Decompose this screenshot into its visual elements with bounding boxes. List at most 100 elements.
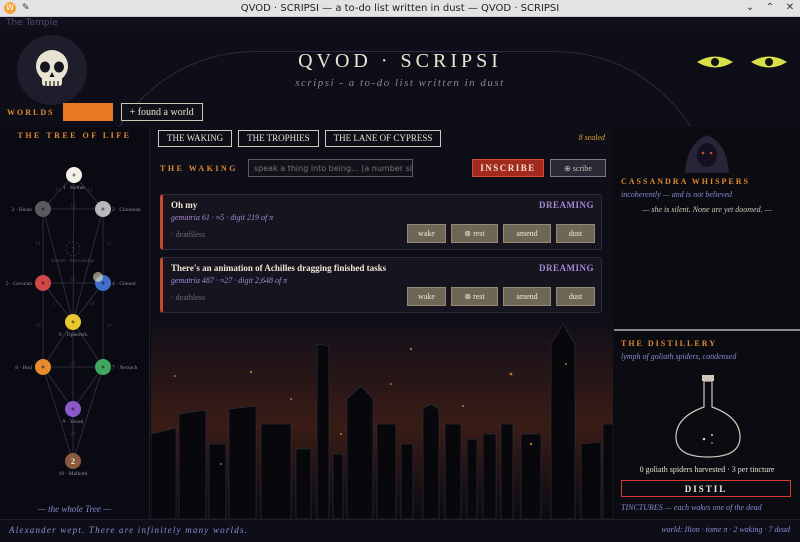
footer-status: world: Ilion · tome π · 2 waking · 7 dea… <box>661 525 790 534</box>
tree-diagram: 11 12 13 14 15 16 17 18 19 20 21 22 ? Da… <box>6 167 141 477</box>
sephirah-label: 7 · Netzach <box>112 365 138 371</box>
task-actions: wake ⊗ rest amend dust <box>407 224 595 243</box>
task-status: DREAMING <box>539 200 594 210</box>
window-controls: ⌄ ⌃ ✕ <box>744 2 796 13</box>
sealed-count: 8 sealed <box>578 133 605 142</box>
app-icon: W <box>4 2 16 14</box>
rest-button[interactable]: ⊗ rest <box>451 224 498 243</box>
window-titlebar: W ✎ QVOD · SCRIPSI — a to-do list writte… <box>0 0 800 17</box>
task-meta: gematria 487 · ≈27 · digit 2,648 of π <box>171 276 288 285</box>
task-tag: · deathless <box>171 293 205 302</box>
pin-icon[interactable]: ✎ <box>22 3 30 13</box>
tree-title: THE TREE OF LIFE <box>17 131 132 140</box>
scribe-button[interactable]: ⊕ scribe <box>550 159 606 177</box>
waking-input-row: THE WAKING INSCRIBE ⊕ scribe <box>160 158 606 178</box>
path-number: 16 <box>71 278 77 283</box>
task-actions: wake ⊗ rest amend dust <box>407 287 595 306</box>
sephirah-center-dot <box>41 281 45 285</box>
tab-bar: THE WAKING THE TROPHIES THE LANE OF CYPR… <box>158 130 442 147</box>
hooded-figure-icon <box>685 135 729 173</box>
sephirah-center-dot <box>71 320 75 324</box>
tinctures-label: TINCTURES — each wakes one of the dead <box>621 503 762 512</box>
task-card[interactable]: Oh my DREAMING gematria 61 · ≈5 · digit … <box>160 194 602 250</box>
window-title: QVOD · SCRIPSI — a to-do list written in… <box>240 2 560 14</box>
flask-icon <box>675 375 741 458</box>
daath-label: Daath - Knowledge <box>50 258 95 264</box>
section-label: THE WAKING <box>160 163 238 173</box>
task-meta: gematria 61 · ≈5 · digit 219 of π <box>171 213 274 222</box>
watching-eyes <box>696 55 788 69</box>
worlds-row: WORLDS + found a world <box>0 101 203 123</box>
sephirah-center-dot <box>101 281 105 285</box>
wake-button[interactable]: wake <box>407 287 446 306</box>
whole-tree-link[interactable]: — the whole Tree — <box>0 504 149 514</box>
sephirah-label: 9 · Yesod <box>63 419 84 425</box>
path-number: 15 <box>107 242 113 247</box>
inscribe-button[interactable]: INSCRIBE <box>472 159 544 177</box>
eye-icon <box>751 56 787 68</box>
city-skyline-scene <box>151 314 613 519</box>
cassandra-status: incoherently — and is not believed <box>621 190 733 199</box>
distillery-subtitle: lymph of goliath spiders, condensed <box>621 352 737 361</box>
new-task-input[interactable] <box>248 159 413 177</box>
path-number: 20 <box>107 324 113 329</box>
sephirah-label: 4 · Chesed <box>112 281 136 287</box>
sephirah-label: 10 · Malkuth <box>59 471 88 477</box>
task-card[interactable]: There's an animation of Achilles draggin… <box>160 257 602 313</box>
harvest-count: 0 goliath spiders harvested · 3 per tinc… <box>639 465 775 474</box>
main-panel: THE WAKING THE TROPHIES THE LANE OF CYPR… <box>151 127 613 519</box>
path-number: 22 <box>71 432 77 437</box>
cassandra-panel: CASSANDRA WHISPERS incoherently — and is… <box>614 127 800 329</box>
path-number: 14 <box>36 242 42 247</box>
path-number: 11 <box>56 188 61 193</box>
app-header: QVOD · SCRIPSI scripsi - a to-do list wr… <box>0 29 800 127</box>
chevron-up-icon[interactable]: ⌃ <box>764 2 776 13</box>
status-footer: Alexander wept. There are infinitely man… <box>0 519 800 542</box>
rest-button[interactable]: ⊗ rest <box>451 287 498 306</box>
distillery-title: THE DISTILLERY <box>621 339 717 348</box>
path-number: 21 <box>71 362 77 367</box>
distil-button[interactable]: DISTIL <box>621 480 791 497</box>
tab-lane-of-cypress[interactable]: THE LANE OF CYPRESS <box>324 130 442 147</box>
path-number: 19 <box>36 324 42 329</box>
found-world-button[interactable]: + found a world <box>120 103 203 121</box>
sephirah-center-dot <box>71 407 75 411</box>
sephirah-center-dot <box>41 365 45 369</box>
wake-button[interactable]: wake <box>407 224 446 243</box>
close-icon[interactable]: ✕ <box>784 2 796 13</box>
world-name-input[interactable] <box>62 103 113 121</box>
path-number: 18 <box>90 302 96 307</box>
footer-quote: Alexander wept. There are infinitely man… <box>9 525 249 535</box>
dust-button[interactable]: dust <box>556 224 595 243</box>
sephirah-center-dot <box>101 207 105 211</box>
cassandra-title: CASSANDRA WHISPERS <box>621 177 750 186</box>
cassandra-message: — she is silent. None are yet doomed. — <box>642 205 772 214</box>
app-title: QVOD · SCRIPSI <box>298 50 502 72</box>
tree-of-life-panel: THE TREE OF LIFE 11 12 13 14 15 16 17 18… <box>0 127 150 519</box>
tab-the-trophies[interactable]: THE TROPHIES <box>238 130 319 147</box>
sephirah-label: 5 · Gevurah <box>6 281 33 287</box>
sephirah-label: 8 · Hod <box>15 365 32 371</box>
eye-icon <box>697 56 733 68</box>
sephirah-label: 1 · Kether <box>63 185 85 191</box>
path-number: 17 <box>53 302 59 307</box>
menu-hint[interactable]: The Temple <box>0 17 800 29</box>
worlds-label: WORLDS <box>7 107 55 117</box>
distillery-panel: THE DISTILLERY lymph of goliath spiders,… <box>614 331 800 519</box>
sephirah-label: 6 · Tiphereth <box>59 332 88 338</box>
sephirah-label: 3 · Binah <box>12 207 33 213</box>
sephirah-count: 2 <box>71 457 75 466</box>
task-status: DREAMING <box>539 263 594 273</box>
sephirah-center-dot <box>101 365 105 369</box>
app-subtitle: scripsi - a to-do list written in dust <box>295 77 505 89</box>
amend-button[interactable]: amend <box>503 224 551 243</box>
sephirah-center-dot <box>72 173 76 177</box>
dust-button[interactable]: dust <box>556 287 595 306</box>
task-title: There's an animation of Achilles draggin… <box>171 263 387 273</box>
amend-button[interactable]: amend <box>503 287 551 306</box>
path-number: 12 <box>88 188 94 193</box>
daath-number: ? <box>71 246 74 254</box>
task-tag: · deathless <box>171 230 205 239</box>
chevron-down-icon[interactable]: ⌄ <box>744 2 756 13</box>
tab-the-waking[interactable]: THE WAKING <box>158 130 233 147</box>
